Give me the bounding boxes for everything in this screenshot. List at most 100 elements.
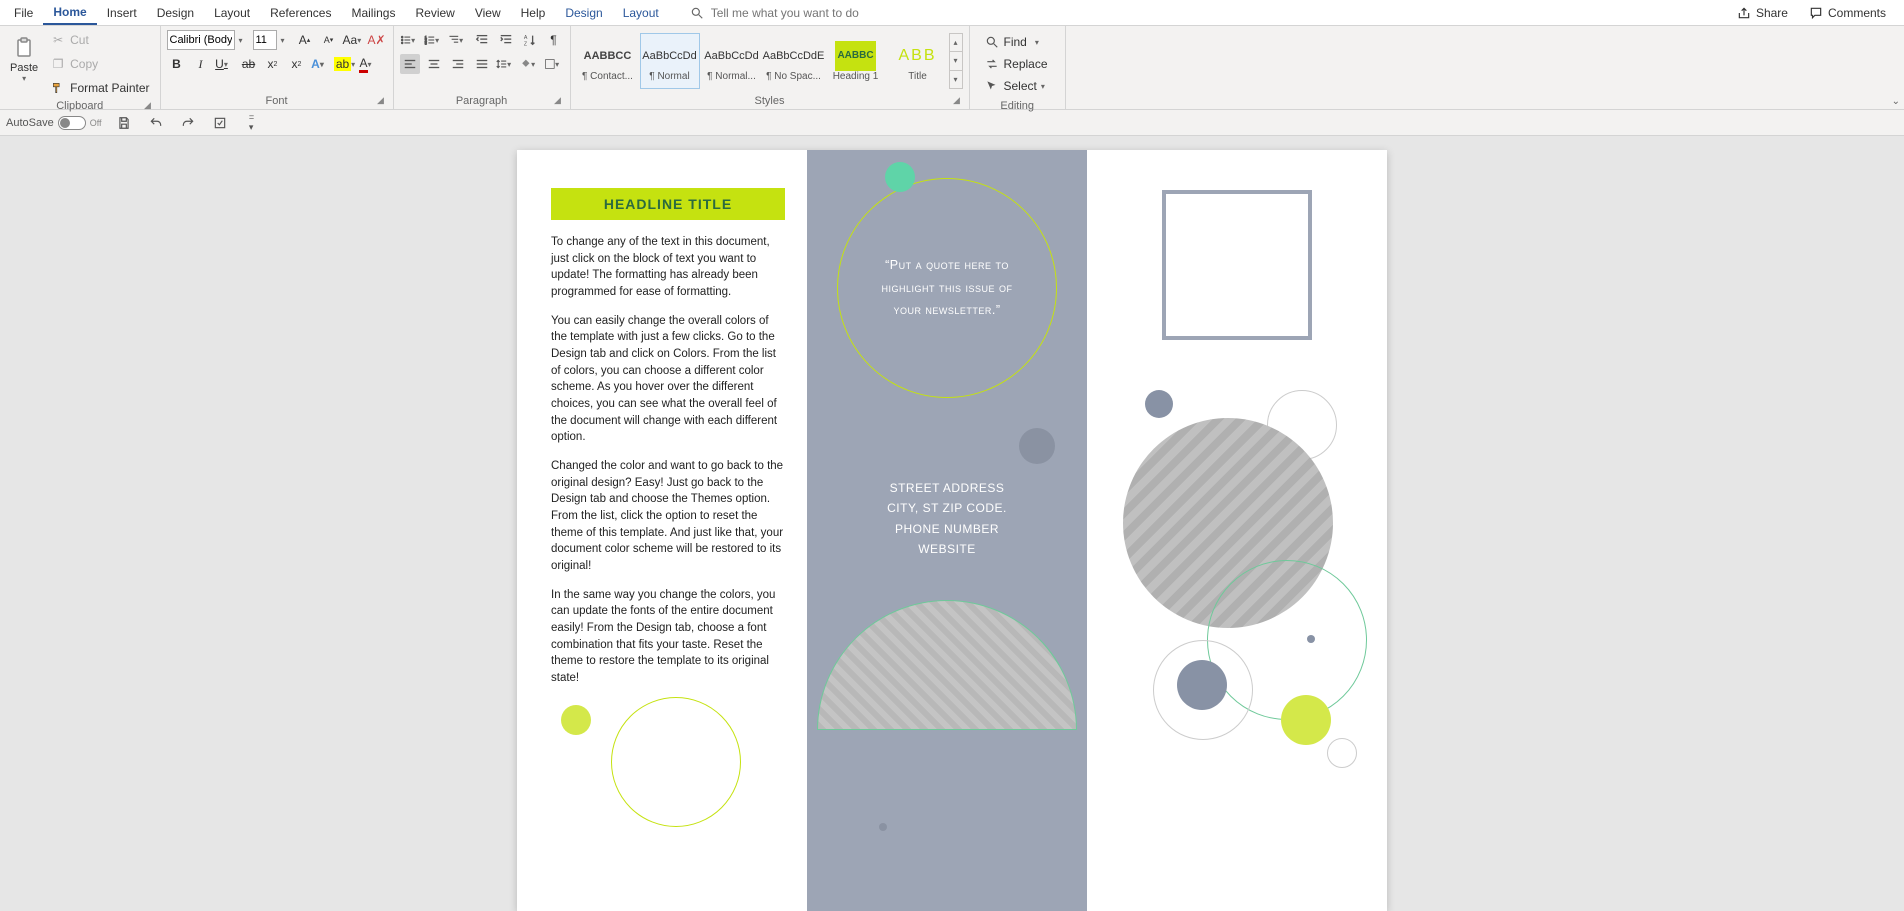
- address-street[interactable]: STREET ADDRESS: [807, 478, 1087, 498]
- body-text[interactable]: To change any of the text in this docume…: [551, 234, 785, 687]
- shading-button[interactable]: ▾: [520, 54, 540, 74]
- share-icon: [1736, 5, 1752, 21]
- style-no-spacing[interactable]: AaBbCcDdE ¶ No Spac...: [764, 33, 824, 89]
- address-city[interactable]: CITY, ST ZIP CODE.: [807, 498, 1087, 518]
- underline-button[interactable]: U▾: [215, 54, 235, 74]
- paragraph-4[interactable]: In the same way you change the colors, y…: [551, 587, 785, 687]
- select-button[interactable]: Select ▾: [980, 76, 1055, 96]
- tab-insert[interactable]: Insert: [97, 2, 147, 24]
- undo-button[interactable]: [146, 113, 166, 133]
- increase-font-button[interactable]: A▴: [295, 30, 315, 50]
- share-button[interactable]: Share: [1730, 3, 1794, 23]
- bold-button[interactable]: B: [167, 54, 187, 74]
- tell-me-search[interactable]: [689, 5, 1730, 21]
- square-placeholder[interactable]: [1162, 190, 1312, 340]
- comments-button[interactable]: Comments: [1802, 3, 1892, 23]
- tab-home[interactable]: Home: [43, 1, 96, 25]
- style-name: Title: [908, 71, 927, 82]
- tab-review[interactable]: Review: [405, 2, 464, 24]
- tab-design[interactable]: Design: [147, 2, 204, 24]
- show-marks-button[interactable]: ¶: [544, 30, 564, 50]
- paragraph-2[interactable]: You can easily change the overall colors…: [551, 313, 785, 446]
- qat-extra-button[interactable]: [210, 113, 230, 133]
- paragraph-1[interactable]: To change any of the text in this docume…: [551, 234, 785, 301]
- borders-button[interactable]: ▾: [544, 54, 564, 74]
- subscript-button[interactable]: x2: [263, 54, 283, 74]
- tab-view[interactable]: View: [465, 2, 511, 24]
- page[interactable]: HEADLINE TITLE To change any of the text…: [517, 150, 1387, 911]
- align-center-button[interactable]: [424, 54, 444, 74]
- align-left-button[interactable]: [400, 54, 420, 74]
- style-normal[interactable]: AaBbCcDd ¶ Normal: [640, 33, 700, 89]
- justify-button[interactable]: [472, 54, 492, 74]
- tab-layout[interactable]: Layout: [204, 2, 260, 24]
- font-launcher[interactable]: ◢: [375, 95, 387, 107]
- style-scroll-down[interactable]: ▾: [950, 52, 962, 70]
- address-phone[interactable]: PHONE NUMBER: [807, 519, 1087, 539]
- multilevel-list-button[interactable]: ▾: [448, 30, 468, 50]
- font-size-input[interactable]: [253, 30, 277, 50]
- save-button[interactable]: [114, 113, 134, 133]
- increase-indent-button[interactable]: [496, 30, 516, 50]
- address-website[interactable]: WEBSITE: [807, 539, 1087, 559]
- line-spacing-button[interactable]: ▾: [496, 54, 516, 74]
- find-button[interactable]: Find ▾: [980, 32, 1055, 52]
- tab-file[interactable]: File: [4, 2, 43, 24]
- select-dropdown[interactable]: ▾: [1041, 82, 1051, 91]
- paragraph-launcher[interactable]: ◢: [552, 95, 564, 107]
- replace-button[interactable]: Replace: [980, 54, 1055, 74]
- align-right-button[interactable]: [448, 54, 468, 74]
- tab-help[interactable]: Help: [511, 2, 556, 24]
- find-icon: [984, 34, 1000, 50]
- find-dropdown[interactable]: ▾: [1035, 38, 1045, 47]
- format-painter-button[interactable]: Format Painter: [46, 78, 153, 98]
- paste-button[interactable]: Paste ▾: [6, 30, 42, 98]
- autosave-switch-icon: [58, 116, 86, 130]
- style-scroll-up[interactable]: ▴: [950, 34, 962, 52]
- tab-references[interactable]: References: [260, 2, 341, 24]
- tell-me-input[interactable]: [711, 6, 1011, 20]
- style-expand[interactable]: ▾: [950, 71, 962, 88]
- address-block[interactable]: STREET ADDRESS CITY, ST ZIP CODE. PHONE …: [807, 478, 1087, 560]
- collapse-ribbon-button[interactable]: ⌄: [1892, 96, 1900, 107]
- document-area[interactable]: HEADLINE TITLE To change any of the text…: [0, 136, 1904, 911]
- decrease-font-button[interactable]: A▾: [319, 30, 339, 50]
- decrease-indent-button[interactable]: [472, 30, 492, 50]
- highlight-button[interactable]: ab▾: [335, 54, 355, 74]
- group-styles: AABBCC ¶ Contact... AaBbCcDd ¶ Normal Aa…: [571, 26, 970, 109]
- style-contact[interactable]: AABBCC ¶ Contact...: [578, 33, 638, 89]
- autosave-toggle[interactable]: AutoSave Off: [6, 116, 102, 130]
- style-normal-2[interactable]: AaBbCcDd ¶ Normal...: [702, 33, 762, 89]
- change-case-button[interactable]: Aa▾: [343, 30, 363, 50]
- font-name-dropdown[interactable]: ▾: [239, 36, 249, 45]
- style-title[interactable]: ABB Title: [888, 33, 948, 89]
- headline-title[interactable]: HEADLINE TITLE: [551, 188, 785, 220]
- text-effects-button[interactable]: A▾: [311, 54, 331, 74]
- styles-launcher[interactable]: ◢: [951, 95, 963, 107]
- clear-formatting-button[interactable]: A✗: [367, 30, 387, 50]
- superscript-button[interactable]: x2: [287, 54, 307, 74]
- tab-contextual-design[interactable]: Design: [555, 2, 612, 24]
- clipboard-launcher[interactable]: ◢: [142, 100, 154, 112]
- italic-button[interactable]: I: [191, 54, 211, 74]
- strikethrough-button[interactable]: ab: [239, 54, 259, 74]
- style-heading-1[interactable]: AABBC Heading 1: [826, 33, 886, 89]
- font-color-button[interactable]: A▾: [359, 54, 379, 74]
- font-name-input[interactable]: [167, 30, 235, 50]
- qat-customize-button[interactable]: =▾: [242, 113, 262, 133]
- numbering-button[interactable]: 123▾: [424, 30, 444, 50]
- paragraph-3[interactable]: Changed the color and want to go back to…: [551, 458, 785, 575]
- middle-photo-placeholder[interactable]: [817, 600, 1077, 730]
- redo-button[interactable]: [178, 113, 198, 133]
- cut-button[interactable]: ✂ Cut: [46, 30, 153, 50]
- copy-button[interactable]: ❐ Copy: [46, 54, 153, 74]
- quote-circle[interactable]: “Put a quote here to highlight this issu…: [837, 178, 1057, 398]
- quote-text[interactable]: “Put a quote here to highlight this issu…: [868, 254, 1026, 322]
- tab-mailings[interactable]: Mailings: [341, 2, 405, 24]
- sort-button[interactable]: AZ: [520, 30, 540, 50]
- bullets-button[interactable]: ▾: [400, 30, 420, 50]
- newsletter-left-column: HEADLINE TITLE To change any of the text…: [517, 150, 807, 911]
- tab-contextual-layout[interactable]: Layout: [613, 2, 669, 24]
- autosave-state: Off: [90, 118, 102, 128]
- font-size-dropdown[interactable]: ▾: [281, 36, 291, 45]
